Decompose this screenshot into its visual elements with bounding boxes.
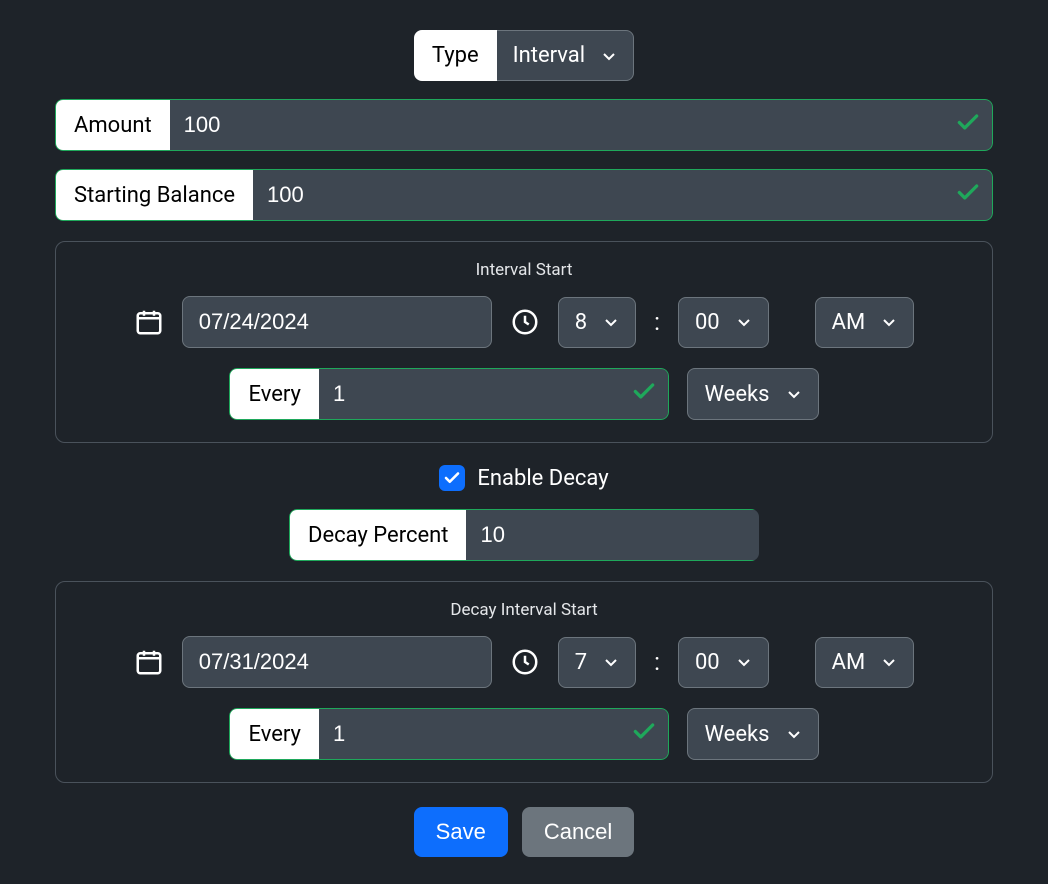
calendar-icon	[134, 647, 164, 677]
starting-balance-row: Starting Balance	[55, 169, 993, 221]
time-colon: :	[654, 308, 660, 336]
interval-start-ampm: AM	[832, 310, 866, 335]
interval-start-date-input[interactable]	[182, 296, 492, 348]
decay-interval-start-panel: Decay Interval Start 7 : 00 AM Every	[55, 581, 993, 783]
chevron-down-icon	[786, 386, 802, 402]
chevron-down-icon	[736, 314, 752, 330]
interval-start-ampm-select[interactable]: AM	[815, 297, 915, 348]
decay-every-label: Every	[229, 708, 318, 760]
decay-percent-group: Decay Percent	[289, 509, 759, 561]
clock-icon	[510, 647, 540, 677]
check-icon	[631, 719, 657, 750]
type-label: Type	[414, 30, 497, 81]
decay-every-group: Every	[229, 708, 669, 760]
type-group: Type Interval	[414, 30, 634, 81]
interval-every-group: Every	[229, 368, 669, 420]
decay-interval-start-datetime: 7 : 00 AM	[82, 636, 966, 688]
decay-interval-start-ampm-select[interactable]: AM	[815, 637, 915, 688]
chevron-down-icon	[736, 654, 752, 670]
amount-group: Amount	[55, 99, 993, 151]
interval-unit-select[interactable]: Weeks	[687, 368, 818, 420]
type-value: Interval	[513, 43, 585, 68]
interval-every-field-wrap	[319, 368, 670, 420]
check-icon	[955, 180, 981, 211]
amount-field-wrap	[170, 99, 993, 151]
decay-interval-start-minute: 00	[695, 650, 720, 675]
interval-start-hour-select[interactable]: 8	[558, 297, 636, 348]
chevron-down-icon	[601, 48, 617, 64]
cancel-button[interactable]: Cancel	[522, 807, 634, 857]
interval-start-title: Interval Start	[82, 260, 966, 280]
decay-every-field-wrap	[319, 708, 670, 760]
clock-icon	[510, 307, 540, 337]
decay-interval-start-hour: 7	[575, 650, 587, 675]
calendar-icon	[134, 307, 164, 337]
decay-percent-field-wrap	[466, 509, 759, 561]
chevron-down-icon	[881, 314, 897, 330]
decay-interval-start-hour-select[interactable]: 7	[558, 637, 636, 688]
decay-interval-start-title: Decay Interval Start	[82, 600, 966, 620]
interval-every-input[interactable]	[319, 368, 670, 420]
type-row: Type Interval	[55, 30, 993, 81]
time-colon: :	[654, 648, 660, 676]
interval-every-row: Every Weeks	[82, 368, 966, 420]
starting-balance-group: Starting Balance	[55, 169, 993, 221]
type-select[interactable]: Interval	[497, 30, 634, 81]
decay-percent-input[interactable]	[466, 509, 759, 561]
chevron-down-icon	[881, 654, 897, 670]
chevron-down-icon	[603, 654, 619, 670]
check-icon	[955, 110, 981, 141]
interval-start-datetime: 8 : 00 AM	[82, 296, 966, 348]
chevron-down-icon	[603, 314, 619, 330]
enable-decay-row: Enable Decay	[55, 465, 993, 491]
starting-balance-field-wrap	[253, 169, 993, 221]
amount-input[interactable]	[170, 99, 993, 151]
enable-decay-checkbox[interactable]	[439, 465, 465, 491]
amount-label: Amount	[55, 99, 170, 151]
button-row: Save Cancel	[55, 807, 993, 857]
decay-interval-start-minute-select[interactable]: 00	[678, 637, 769, 688]
interval-start-hour: 8	[575, 310, 587, 335]
chevron-down-icon	[786, 726, 802, 742]
decay-every-row: Every Weeks	[82, 708, 966, 760]
decay-interval-start-ampm: AM	[832, 650, 866, 675]
decay-percent-row: Decay Percent	[55, 509, 993, 561]
interval-start-minute: 00	[695, 310, 720, 335]
amount-row: Amount	[55, 99, 993, 151]
interval-every-label: Every	[229, 368, 318, 420]
starting-balance-input[interactable]	[253, 169, 993, 221]
decay-every-input[interactable]	[319, 708, 670, 760]
decay-unit: Weeks	[704, 722, 769, 747]
check-icon	[631, 379, 657, 410]
enable-decay-label: Enable Decay	[477, 466, 608, 491]
decay-percent-label: Decay Percent	[289, 509, 466, 561]
interval-start-minute-select[interactable]: 00	[678, 297, 769, 348]
decay-unit-select[interactable]: Weeks	[687, 708, 818, 760]
decay-interval-start-date-input[interactable]	[182, 636, 492, 688]
save-button[interactable]: Save	[414, 807, 508, 857]
interval-start-panel: Interval Start 8 : 00 AM Every	[55, 241, 993, 443]
interval-unit: Weeks	[704, 382, 769, 407]
starting-balance-label: Starting Balance	[55, 169, 253, 221]
